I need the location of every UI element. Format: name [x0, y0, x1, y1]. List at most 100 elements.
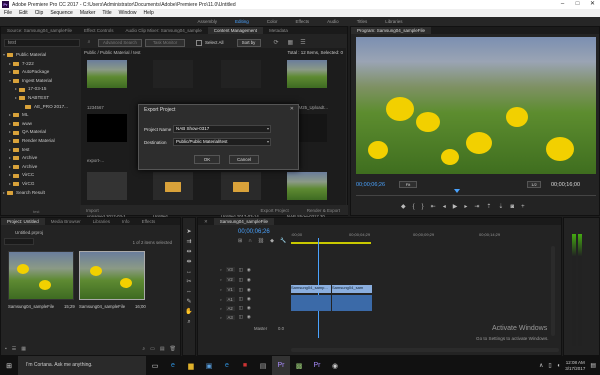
clock[interactable]: 12:08 AM 3/17/2017: [565, 360, 585, 372]
windows-start-icon[interactable]: ⊞: [0, 356, 18, 375]
track-toggle-icon[interactable]: ◫: [239, 305, 243, 311]
tab-source-0[interactable]: Source: Samsung04_sampleFile: [1, 27, 78, 34]
lift-icon[interactable]: ⇡: [486, 203, 491, 210]
store-icon[interactable]: ▣: [200, 356, 218, 375]
timeline-vertical-scrollbar[interactable]: [551, 246, 555, 336]
menu-file[interactable]: File: [4, 10, 12, 16]
new-item-icon[interactable]: ▤: [160, 346, 165, 352]
chevron-up-icon[interactable]: ∧: [539, 362, 543, 369]
track-visibility-icon[interactable]: ◉: [247, 287, 251, 293]
extract-icon[interactable]: ⇣: [498, 203, 503, 210]
tree-item[interactable]: ▸ ML: [3, 111, 79, 120]
tab-project-3[interactable]: Info: [116, 218, 136, 225]
content-thumb[interactable]: [87, 60, 127, 88]
volume-icon[interactable]: ◖: [557, 363, 561, 369]
track-lock-icon[interactable]: ▫: [220, 306, 222, 311]
tree-item[interactable]: ▸ 7-222: [3, 60, 79, 69]
tree-item[interactable]: ▸ test: [3, 146, 79, 155]
track-visibility-icon[interactable]: ◉: [247, 267, 251, 273]
add-marker-icon[interactable]: ◆: [270, 238, 274, 244]
track-label[interactable]: V3: [225, 267, 235, 272]
video-clip[interactable]: Samsung04_sam: [332, 285, 372, 293]
playhead-icon[interactable]: [454, 189, 460, 193]
refresh-icon[interactable]: ⟳: [274, 39, 279, 46]
close-button[interactable]: ✕: [585, 0, 600, 9]
linked-selection-icon[interactable]: ⛓: [258, 238, 264, 244]
track-toggle-icon[interactable]: ◫: [239, 267, 243, 273]
tree-item[interactable]: ▸ VirCC: [3, 171, 79, 180]
app-icon[interactable]: ◉: [326, 356, 344, 375]
tree-item[interactable]: ▸ Render Material: [3, 137, 79, 146]
tree-item[interactable]: ▾ Ingest Material: [3, 77, 79, 86]
menu-title[interactable]: Title: [102, 10, 111, 16]
tree-item[interactable]: ▸ AutoPackage: [3, 68, 79, 77]
task-monitor-button[interactable]: Task Monitor: [145, 38, 185, 47]
tab-source-2[interactable]: Audio Clip Mixer: Samsung04_sample: [119, 27, 207, 34]
track-toggle-icon[interactable]: ◫: [239, 287, 243, 293]
zoom-fit-dropdown[interactable]: Fit: [399, 181, 417, 188]
tree-item[interactable]: ▸ QA Material: [3, 128, 79, 137]
snap-icon[interactable]: ∩: [248, 238, 252, 244]
timeline-ruler[interactable]: :00;00 00;00;04;29 00;00;09;29 00;00;14;…: [291, 232, 559, 240]
sort-by-dropdown[interactable]: Sort by: [236, 38, 261, 47]
slip-tool-icon[interactable]: ⇔: [185, 288, 194, 297]
premiere-taskbar-icon[interactable]: Pr: [272, 356, 290, 375]
hand-tool-icon[interactable]: ✋: [185, 308, 194, 317]
track-visibility-icon[interactable]: ◉: [247, 305, 251, 311]
track-label[interactable]: A1: [225, 296, 235, 302]
tree-item[interactable]: ▸ 17-03-15: [3, 85, 79, 94]
project-name-input[interactable]: NAB Show-0317: [173, 125, 271, 133]
file-explorer-icon[interactable]: ▆: [182, 356, 200, 375]
program-timecode[interactable]: 00;00;06;26: [356, 182, 385, 188]
adobe-media-encoder-icon[interactable]: ■: [236, 356, 254, 375]
track-select-tool-icon[interactable]: ⇉: [185, 238, 194, 247]
grid-view-icon[interactable]: ▦: [288, 39, 294, 46]
timeline-scrollbar[interactable]: [291, 348, 559, 352]
tab-project-4[interactable]: Effects: [136, 218, 162, 225]
list-view-icon[interactable]: ☰: [12, 346, 16, 352]
content-thumb[interactable]: [87, 114, 127, 142]
tab-program[interactable]: Program: Samsung04_sampleFile: [351, 27, 432, 34]
dialog-close-icon[interactable]: ✕: [290, 106, 294, 112]
import-button[interactable]: Import: [86, 208, 99, 213]
tree-item[interactable]: ▸ Archive: [3, 163, 79, 172]
content-thumb[interactable]: [153, 60, 193, 88]
premiere-alt-icon[interactable]: Pr: [308, 356, 326, 375]
play-icon[interactable]: ▶: [453, 203, 458, 210]
audio-clip[interactable]: [332, 295, 372, 311]
razor-tool-icon[interactable]: ✂: [185, 278, 194, 287]
track-lock-icon[interactable]: ▫: [220, 315, 222, 320]
rate-stretch-tool-icon[interactable]: ↔: [185, 268, 194, 277]
content-thumb[interactable]: [287, 172, 327, 200]
ie-icon[interactable]: e: [218, 356, 236, 375]
content-thumb[interactable]: [287, 60, 327, 88]
render-export-button[interactable]: Render & Export: [307, 208, 340, 213]
timeline-timecode[interactable]: 00;00;06;26: [238, 229, 270, 235]
content-thumb[interactable]: [221, 172, 261, 200]
tab-source-3[interactable]: Content Management: [207, 27, 264, 34]
track-toggle-icon[interactable]: ◫: [239, 277, 243, 283]
marker-icon[interactable]: ◆: [401, 203, 406, 210]
project-search-input[interactable]: [4, 238, 34, 245]
resolution-dropdown[interactable]: 1/2: [527, 181, 541, 188]
destination-input[interactable]: Public/Public Material/test: [173, 138, 271, 146]
folder-icon[interactable]: ▭: [150, 346, 155, 352]
program-scrubber[interactable]: [356, 192, 596, 196]
trash-icon[interactable]: 🗑: [170, 346, 176, 352]
menu-edit[interactable]: Edit: [19, 10, 28, 16]
search-icon[interactable]: ⌕: [142, 346, 145, 352]
video-clip[interactable]: Samsung04_samp...: [291, 285, 331, 293]
ok-button[interactable]: OK: [194, 155, 220, 164]
tab-sequence[interactable]: Samsung04_sampleFile: [213, 218, 275, 225]
track-lock-icon[interactable]: ▫: [220, 277, 222, 282]
go-to-out-icon[interactable]: ⇥: [474, 203, 479, 210]
step-back-icon[interactable]: ◂: [443, 203, 446, 210]
mark-in-icon[interactable]: {: [413, 204, 415, 210]
wrench-icon[interactable]: 🔧: [280, 238, 286, 244]
pen-tool-icon[interactable]: ✎: [185, 298, 194, 307]
tab-project-0[interactable]: Project: Untitled: [1, 218, 45, 225]
search-icon[interactable]: ⌕: [83, 39, 95, 47]
track-lock-icon[interactable]: ▫: [220, 297, 222, 302]
workspace-effects[interactable]: Effects: [286, 17, 318, 26]
project-clip-thumb[interactable]: [79, 251, 145, 300]
